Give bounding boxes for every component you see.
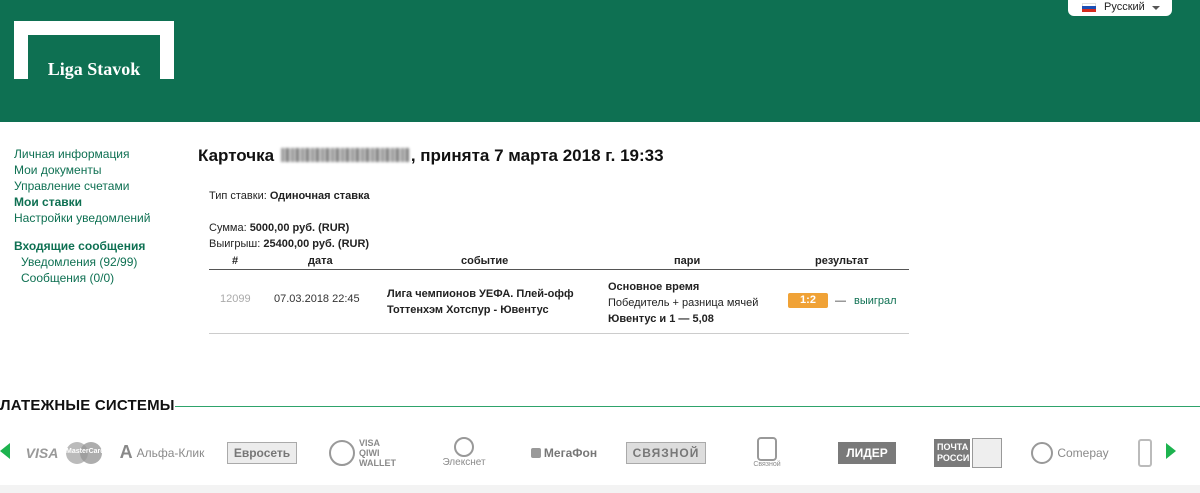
sidebar-messages-heading[interactable]: Входящие сообщения (14, 238, 184, 254)
bet-outcome: Ювентус и 1 — 5,08 (608, 313, 714, 325)
bet-period: Основное время (608, 281, 700, 293)
row-result: 1:2 — выиграл (788, 293, 897, 308)
col-event: событие (461, 255, 509, 267)
sidebar-item-notifications[interactable]: Уведомления (92/99) (14, 254, 184, 270)
row-bet: Основное время Победитель + разница мяче… (608, 279, 758, 327)
mastercard-logo[interactable]: MasterCard (64, 430, 105, 475)
sum-value: 5000,00 руб. (RUR) (249, 222, 350, 234)
eagle-emblem-icon (972, 437, 1002, 468)
qiwi-logo[interactable]: VISA QIWI WALLET (324, 430, 404, 475)
chevron-down-icon (1152, 6, 1160, 10)
table-header: # дата событие пари результат (209, 255, 909, 270)
sidebar-item-personal-info[interactable]: Личная информация (14, 146, 184, 162)
title-prefix: Карточка (198, 146, 275, 165)
bet-table: # дата событие пари результат 12099 07.0… (209, 255, 909, 334)
partial-logo-icon (1138, 438, 1152, 467)
row-date: 07.03.2018 22:45 (274, 293, 360, 305)
svyaznoy-bank-icon (757, 437, 777, 461)
score-badge: 1:2 (788, 293, 828, 308)
win-line: Выигрыш: 25400,00 руб. (RUR) (209, 238, 369, 250)
win-value: 25400,00 руб. (RUR) (263, 238, 370, 250)
language-selector[interactable]: Русский (1068, 0, 1172, 16)
col-bet: пари (674, 255, 701, 267)
sidebar-item-my-bets[interactable]: Мои ставки (14, 194, 184, 210)
liga-stavok-logo[interactable]: Liga Stavok (14, 21, 174, 83)
euroset-logo[interactable]: Евросеть (224, 430, 300, 475)
comepay-circle-icon (1031, 441, 1054, 464)
col-date: дата (308, 255, 333, 267)
payment-logos-carousel: VISA MasterCard A Альфа-Клик Евросеть VI… (14, 430, 1154, 475)
bet-type-value: Одиночная ставка (269, 190, 370, 202)
bet-market: Победитель + разница мячей (608, 297, 759, 309)
sidebar-item-documents[interactable]: Мои документы (14, 162, 184, 178)
eleksnet-globe-icon (454, 437, 474, 457)
payment-systems-title: ЛАТЕЖНЫЕ СИСТЕМЫ (0, 397, 175, 414)
sum-label: Сумма: (209, 222, 247, 234)
svyaznoy-logo[interactable]: СВЯЗНОЙ (625, 430, 707, 475)
sidebar-item-messages[interactable]: Сообщения (0/0) (14, 270, 184, 286)
page-title: Карточка , принята 7 марта 2018 г. 19:33 (198, 146, 664, 166)
col-result: результат (815, 255, 869, 267)
col-number: # (232, 255, 239, 267)
russia-flag-icon (1082, 3, 1096, 12)
mastercard-circles-icon: MasterCard (66, 441, 105, 464)
title-suffix: , принята 7 марта 2018 г. 19:33 (410, 146, 664, 165)
event-tournament: Лига чемпионов УЕФА. Плей-офф (387, 288, 574, 300)
win-label: Выигрыш: (209, 238, 261, 250)
logo-text: Liga Stavok (28, 55, 160, 83)
svyaznoy-bank-logo[interactable]: Связной (739, 430, 795, 475)
table-row: 12099 07.03.2018 22:45 Лига чемпионов УЕ… (209, 270, 909, 334)
result-dash: — (835, 294, 846, 307)
payment-divider (175, 406, 1200, 407)
row-event: Лига чемпионов УЕФА. Плей-офф Тоттенхэм … (387, 286, 574, 318)
carousel-right-arrow-icon[interactable] (1166, 443, 1176, 459)
visa-logo[interactable]: VISA (20, 430, 64, 475)
redacted-card-number (280, 148, 409, 162)
alfa-letter-icon: A (119, 442, 133, 462)
megafon-icon (530, 447, 541, 458)
carousel-left-arrow-icon[interactable] (0, 443, 10, 459)
sidebar-item-notification-settings[interactable]: Настройки уведомлений (14, 210, 184, 226)
lider-logo[interactable]: ЛИДЕР (824, 430, 910, 475)
result-status: выиграл (854, 294, 897, 307)
megafon-logo[interactable]: МегаФон (519, 430, 609, 475)
event-match: Тоттенхэм Хотспур - Ювентус (387, 304, 549, 316)
sidebar-item-accounts[interactable]: Управление счетами (14, 178, 184, 194)
footer-edge (0, 485, 1200, 493)
sum-line: Сумма: 5000,00 руб. (RUR) (209, 222, 349, 234)
comepay-logo[interactable]: Comepay (1030, 430, 1110, 475)
alfa-click-logo[interactable]: A Альфа-Клик (117, 430, 207, 475)
bet-type-line: Тип ставки: Одиночная ставка (209, 190, 370, 202)
pochta-rossii-logo[interactable]: ПОЧТА РОССИИ (930, 430, 1006, 475)
row-number: 12099 (220, 293, 251, 305)
next-logo-partial (1138, 430, 1152, 475)
qiwi-circle-icon (329, 439, 355, 466)
language-label: Русский (1104, 1, 1145, 13)
eleksnet-logo[interactable]: Элекснет (434, 430, 494, 475)
site-header: Liga Stavok Русский (0, 0, 1200, 122)
bet-type-label: Тип ставки: (209, 190, 267, 202)
account-sidebar: Личная информация Мои документы Управлен… (14, 146, 184, 286)
